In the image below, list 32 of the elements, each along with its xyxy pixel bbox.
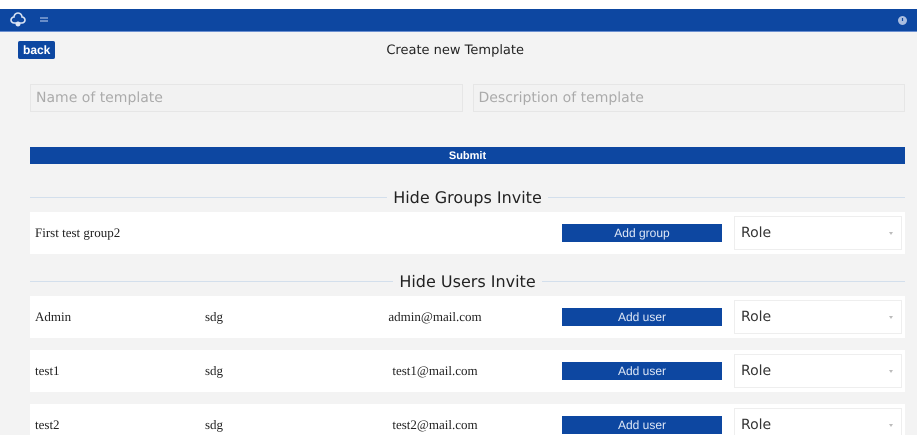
user-name: test2 bbox=[34, 417, 61, 433]
add-user-button[interactable]: Add user bbox=[562, 308, 722, 326]
power-icon[interactable] bbox=[898, 16, 907, 24]
role-dropdown[interactable]: Role bbox=[734, 354, 902, 388]
caret-icon bbox=[889, 370, 893, 372]
caret-icon bbox=[889, 232, 893, 234]
user-email: test2@mail.com bbox=[391, 417, 479, 433]
user-email: admin@mail.com bbox=[387, 309, 483, 325]
caret-icon bbox=[889, 424, 893, 426]
role-dropdown[interactable]: Role bbox=[734, 216, 902, 250]
section-title[interactable]: Hide Groups Invite bbox=[393, 188, 542, 206]
cloud-icon[interactable] bbox=[10, 12, 26, 28]
add-user-button[interactable]: Add user bbox=[562, 362, 722, 380]
user-name: test1 bbox=[34, 363, 61, 379]
page-title: Create new Template bbox=[385, 42, 525, 58]
caret-icon bbox=[889, 316, 893, 318]
user-email: test1@mail.com bbox=[391, 363, 479, 379]
role-dropdown[interactable]: Role bbox=[734, 300, 902, 334]
table-cell-text: sdg bbox=[205, 363, 224, 379]
table-cell-text: sdg bbox=[205, 309, 224, 325]
add-user-button[interactable]: Add user bbox=[562, 416, 722, 434]
group-name: First test group2 bbox=[34, 225, 122, 241]
name-field[interactable]: Name of template bbox=[30, 84, 462, 112]
add-group-button[interactable]: Add group bbox=[562, 224, 722, 242]
submit-button[interactable]: Submit bbox=[30, 147, 905, 164]
menu-icon[interactable] bbox=[40, 17, 48, 23]
user-name: Admin bbox=[34, 309, 72, 325]
description-field[interactable]: Description of template bbox=[472, 84, 905, 112]
table-cell-text: sdg bbox=[205, 417, 224, 433]
back-button[interactable]: back bbox=[18, 41, 56, 59]
role-dropdown[interactable]: Role bbox=[734, 408, 902, 435]
section-title[interactable]: Hide Users Invite bbox=[399, 272, 536, 290]
